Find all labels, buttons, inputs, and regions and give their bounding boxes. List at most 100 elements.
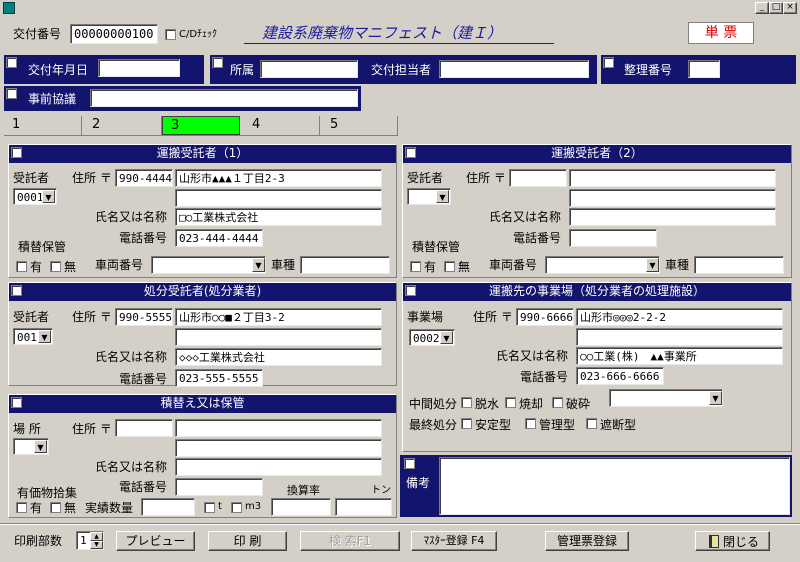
crush-checkbox[interactable] — [552, 397, 563, 408]
transport2-addr1-input[interactable] — [569, 169, 776, 187]
incinerate-checkbox[interactable] — [505, 397, 516, 408]
actual-qty-input[interactable] — [141, 498, 195, 516]
unit-t-checkbox[interactable] — [204, 502, 215, 513]
tab-1[interactable]: 1 — [4, 116, 82, 135]
transfer-zip-input[interactable] — [115, 419, 173, 437]
transfer-checkbox[interactable] — [11, 397, 22, 408]
transport2-addr2-input[interactable] — [569, 189, 776, 207]
issue-person-input[interactable] — [439, 60, 589, 78]
tab-5[interactable]: 5 — [322, 116, 398, 135]
issue-date-bar: 交付年月日 平成17/11/16 — [4, 55, 204, 84]
unit-m3-checkbox[interactable] — [231, 502, 242, 513]
transport2-yes-checkbox[interactable] — [410, 261, 421, 272]
issue-number-input[interactable]: 00000000100 — [70, 24, 158, 44]
managed-checkbox[interactable] — [525, 418, 536, 429]
tab-3[interactable]: 3 — [162, 116, 240, 135]
transport2-checkbox[interactable] — [405, 147, 416, 158]
maximize-button[interactable]: □ — [769, 2, 783, 14]
issue-date-input[interactable]: 平成17/11/16 — [98, 59, 180, 77]
dewater-label: 脱水 — [475, 397, 500, 411]
stable-checkbox[interactable] — [461, 418, 472, 429]
close-window-button[interactable]: × — [783, 2, 797, 14]
transport2-name-input[interactable] — [569, 208, 776, 226]
transfer-addr2-input[interactable] — [175, 439, 382, 457]
chevron-down-icon[interactable]: ▼ — [440, 331, 453, 344]
transport1-phone-input[interactable]: 023-444-4444 — [175, 229, 263, 247]
cd-check-checkbox[interactable] — [165, 29, 176, 40]
remarks-input[interactable] — [439, 457, 790, 515]
destination-phone-input[interactable]: 023-666-6666 — [576, 367, 664, 385]
affiliation-checkbox[interactable] — [212, 57, 223, 68]
transport2-header: 運搬受託者（2） — [403, 145, 791, 163]
destination-addr1-input[interactable]: 山形市◎◎◎2-2-2 — [576, 308, 783, 326]
tab-4[interactable]: 4 — [244, 116, 320, 135]
transport1-addr2-input[interactable] — [175, 189, 382, 207]
destination-zip-input[interactable]: 990-6666 — [516, 308, 574, 326]
mid-disposal-combo[interactable] — [609, 389, 723, 407]
chevron-down-icon[interactable]: ▼ — [34, 440, 47, 453]
transfer-phone-input[interactable] — [175, 478, 263, 496]
dewater-checkbox[interactable] — [461, 397, 472, 408]
disposal-name-input[interactable]: ◇◇◇工業株式会社 — [175, 348, 382, 366]
disposal-zip-input[interactable]: 990-5555 — [115, 308, 173, 326]
transport1-zip-input[interactable]: 990-4444 — [115, 169, 173, 187]
chevron-down-icon[interactable]: ▼ — [709, 391, 722, 405]
transport1-vehicle-type-input[interactable] — [300, 256, 390, 274]
valuable-yes-label: 有 — [30, 501, 43, 515]
transport2-vehicle-type-input[interactable] — [694, 256, 784, 274]
prior-consult-input[interactable] — [90, 89, 358, 107]
ton-input[interactable] — [335, 498, 392, 516]
spin-up-icon[interactable]: ▲ — [90, 532, 103, 541]
chevron-down-icon[interactable]: ▼ — [42, 190, 55, 203]
prior-consult-checkbox[interactable] — [6, 88, 17, 99]
destination-name-input[interactable]: ○○工業(株) ▲▲事業所 — [576, 347, 783, 365]
transport1-no-checkbox[interactable] — [50, 261, 61, 272]
valuable-no-checkbox[interactable] — [50, 502, 61, 513]
transport1-name-input[interactable]: □○工業株式会社 — [175, 208, 382, 226]
valuable-yes-checkbox[interactable] — [16, 502, 27, 513]
isolated-checkbox[interactable] — [586, 418, 597, 429]
crush-label: 破砕 — [566, 397, 591, 411]
print-button[interactable]: 印 刷 — [208, 531, 287, 551]
chevron-down-icon[interactable]: ▼ — [252, 258, 265, 272]
transport2-phone-input[interactable] — [569, 229, 657, 247]
affiliation-input[interactable] — [260, 60, 358, 78]
disposal-addr2-input[interactable] — [175, 328, 382, 346]
conversion-rate-input[interactable] — [271, 498, 331, 516]
ref-number-checkbox[interactable] — [603, 57, 614, 68]
minimize-button[interactable]: _ — [755, 2, 769, 14]
transport1-yes-checkbox[interactable] — [16, 261, 27, 272]
master-register-button[interactable]: ﾏｽﾀｰ登録 F4 — [411, 531, 497, 551]
spin-down-icon[interactable]: ▼ — [90, 541, 103, 549]
transfer-panel: 積替え又は保管 場 所 ▼ 住所 〒 氏名又は名称 電話番号 換算率 トン 有価… — [8, 394, 397, 518]
transport1-vehicle-no-combo[interactable] — [151, 256, 266, 274]
transfer-name-input[interactable] — [175, 458, 382, 476]
transport2-zip-input[interactable] — [509, 169, 567, 187]
issue-date-checkbox[interactable] — [6, 57, 17, 68]
chevron-down-icon[interactable]: ▼ — [646, 258, 659, 272]
destination-checkbox[interactable] — [405, 285, 416, 296]
destination-header: 運搬先の事業場（処分業者の処理施設） — [403, 283, 791, 301]
destination-addr2-input[interactable] — [576, 328, 783, 346]
chevron-down-icon[interactable]: ▼ — [38, 330, 51, 343]
door-icon — [709, 535, 719, 548]
preview-button[interactable]: プレビュー — [116, 531, 195, 551]
ref-number-input[interactable] — [688, 60, 720, 78]
transport1-addr1-input[interactable]: 山形市▲▲▲１丁目2-3 — [175, 169, 382, 187]
disposal-addr1-input[interactable]: 山形市○○■２丁目3-2 — [175, 308, 382, 326]
transport2-no-checkbox[interactable] — [444, 261, 455, 272]
transfer-addr1-input[interactable] — [175, 419, 382, 437]
transport2-vehicle-no-combo[interactable] — [545, 256, 660, 274]
chevron-down-icon[interactable]: ▼ — [436, 190, 449, 203]
search-button[interactable]: 検 索F1 — [300, 531, 400, 551]
disposal-title: 処分受託者(処分業者) — [143, 284, 262, 298]
manifest-register-button[interactable]: 管理票登録 — [545, 531, 629, 551]
tab-2[interactable]: 2 — [84, 116, 162, 135]
transport1-checkbox[interactable] — [11, 147, 22, 158]
transport1-vehicle-no-label: 車両番号 — [95, 258, 144, 272]
remarks-checkbox[interactable] — [404, 458, 415, 469]
disposal-phone-input[interactable]: 023-555-5555 — [175, 369, 263, 387]
isolated-label: 遮断型 — [600, 418, 637, 432]
disposal-checkbox[interactable] — [11, 285, 22, 296]
close-button[interactable]: 閉じる — [695, 531, 770, 551]
